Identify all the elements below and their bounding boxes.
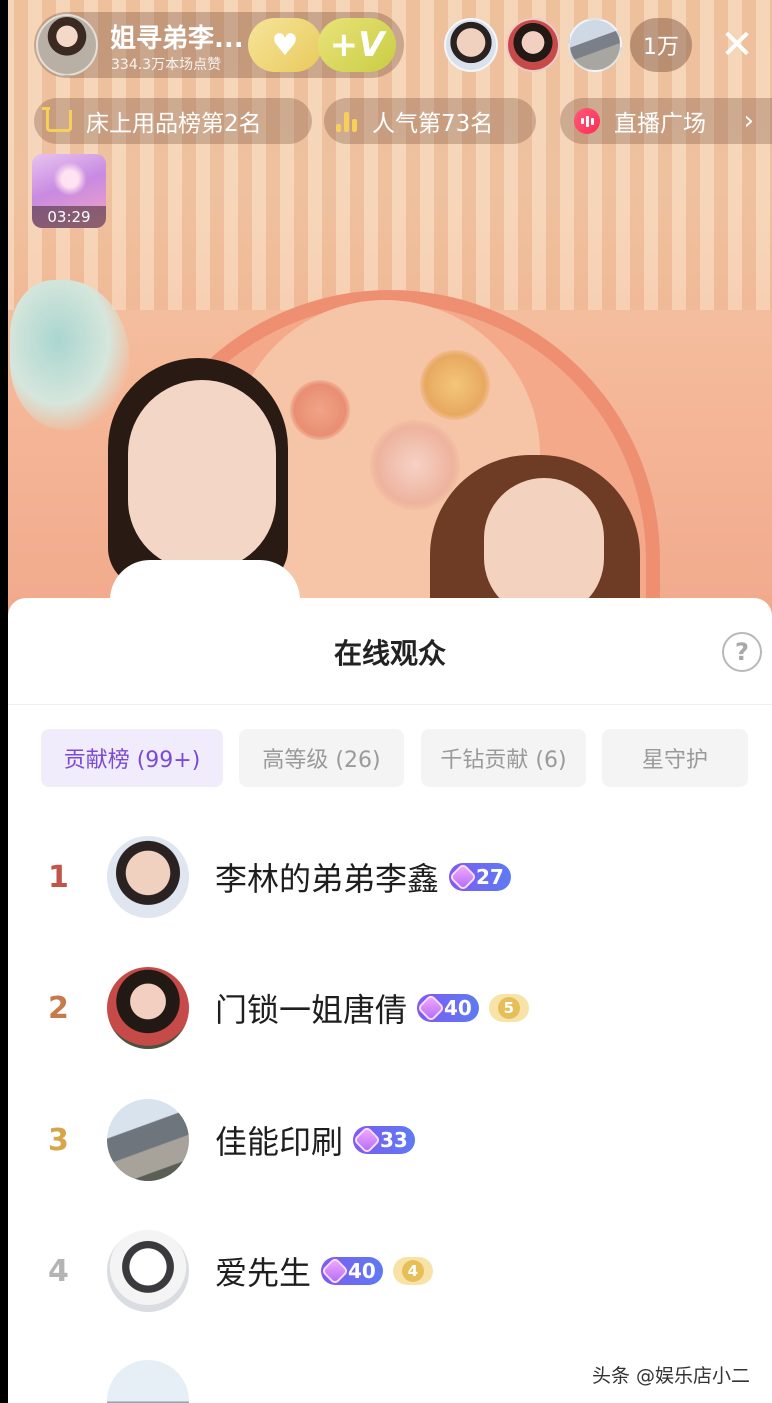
fan-club-heart-button[interactable]: ♥: [248, 18, 322, 72]
tab-high-level[interactable]: 高等级 (26): [239, 729, 404, 787]
sheet-title: 在线观众: [333, 637, 446, 670]
gem-icon: [352, 1125, 382, 1155]
flower-decoration: [290, 380, 350, 440]
level-badge: 33: [352, 1125, 415, 1155]
live-plaza-label: 直播广场: [614, 111, 706, 137]
top-viewer-avatar[interactable]: [568, 18, 622, 72]
streamer-likes: 334.3万本场点赞: [111, 57, 222, 73]
audience-name: 佳能印刷: [215, 1123, 344, 1161]
audience-entry[interactable]: 爱先生 40 4: [215, 1216, 433, 1326]
fan-badge-value: 5: [497, 997, 520, 1019]
screen-edge: [0, 0, 8, 1403]
fan-badge: 4: [392, 1257, 433, 1285]
popularity-rank-pill[interactable]: 人气第73名: [324, 98, 536, 144]
rank-number: 2: [48, 990, 69, 1026]
audience-name: 门锁一姐唐倩: [215, 991, 408, 1029]
popularity-rank-label: 人气第73名: [372, 111, 494, 137]
heart-icon: ♥: [271, 27, 299, 63]
follow-v-button[interactable]: +V: [318, 18, 396, 72]
chevron-right-icon: ›: [743, 106, 754, 136]
list-item[interactable]: 3 佳能印刷 33: [8, 1085, 772, 1195]
category-rank-label: 床上用品榜第2名: [86, 111, 262, 137]
tab-diamond-contribution[interactable]: 千钻贡献 (6): [421, 729, 586, 787]
help-icon[interactable]: ?: [722, 632, 762, 672]
avatar[interactable]: [107, 1230, 189, 1312]
level-badge: 40: [416, 993, 479, 1023]
audience-name: 李林的弟弟李鑫: [215, 860, 440, 898]
streamer-name[interactable]: 姐寻弟李...: [110, 18, 244, 55]
list-item[interactable]: 2 门锁一姐唐倩 40 5: [8, 953, 772, 1063]
level-badge: 40: [320, 1256, 383, 1286]
avatar[interactable]: [107, 1360, 189, 1403]
gift-box-widget[interactable]: 03:29: [32, 154, 106, 228]
gift-timer: 03:29: [32, 206, 106, 228]
list-item[interactable]: 1 李林的弟弟李鑫 27: [8, 822, 772, 932]
audience-entry[interactable]: 门锁一姐唐倩 40 5: [215, 953, 529, 1063]
live-stream-video[interactable]: [0, 0, 772, 620]
level-value: 40: [348, 1259, 376, 1283]
tab-contribution[interactable]: 贡献榜 (99+): [41, 729, 223, 787]
flower-decoration: [420, 350, 490, 420]
gem-icon: [448, 862, 478, 892]
bar-chart-icon: [336, 110, 358, 132]
avatar[interactable]: [107, 967, 189, 1049]
audience-entry[interactable]: 李林的弟弟李鑫 27: [215, 822, 511, 932]
rank-number: 4: [48, 1253, 69, 1289]
live-icon: [574, 108, 600, 134]
close-icon[interactable]: ✕: [712, 20, 762, 70]
level-value: 40: [444, 996, 472, 1020]
host-face: [128, 380, 276, 570]
divider: [8, 704, 772, 705]
avatar[interactable]: [107, 1099, 189, 1181]
rank-number: 1: [48, 859, 69, 895]
gem-icon: [416, 993, 446, 1023]
streamer-avatar[interactable]: [36, 14, 98, 76]
top-viewer-avatar[interactable]: [506, 18, 560, 72]
category-rank-pill[interactable]: 床上用品榜第2名: [34, 98, 312, 144]
audience-entry[interactable]: 佳能印刷 33: [215, 1085, 415, 1195]
watermark: 头条 @娱乐店小二: [592, 1365, 751, 1387]
online-audience-sheet: 在线观众 ? 贡献榜 (99+) 高等级 (26) 千钻贡献 (6) 星守护 1…: [8, 598, 772, 1403]
fan-badge-value: 4: [401, 1260, 424, 1282]
avatar[interactable]: [107, 836, 189, 918]
guest-face: [484, 478, 604, 618]
cart-icon: [42, 107, 72, 132]
level-badge: 27: [448, 862, 511, 892]
gift-bow-icon: [48, 162, 92, 196]
tab-star-guard[interactable]: 星守护: [602, 729, 748, 787]
audience-name: 爱先生: [215, 1254, 312, 1292]
fan-badge: 5: [488, 994, 529, 1022]
viewer-count-button[interactable]: 1万: [630, 18, 692, 72]
level-value: 33: [380, 1128, 408, 1152]
live-plaza-pill[interactable]: 直播广场 ›: [560, 98, 772, 144]
gem-icon: [320, 1256, 350, 1286]
top-viewer-avatar[interactable]: [444, 18, 498, 72]
rank-number: 3: [48, 1122, 69, 1158]
flower-decoration: [370, 420, 460, 510]
level-value: 27: [476, 865, 504, 889]
list-item[interactable]: 4 爱先生 40 4: [8, 1216, 772, 1326]
